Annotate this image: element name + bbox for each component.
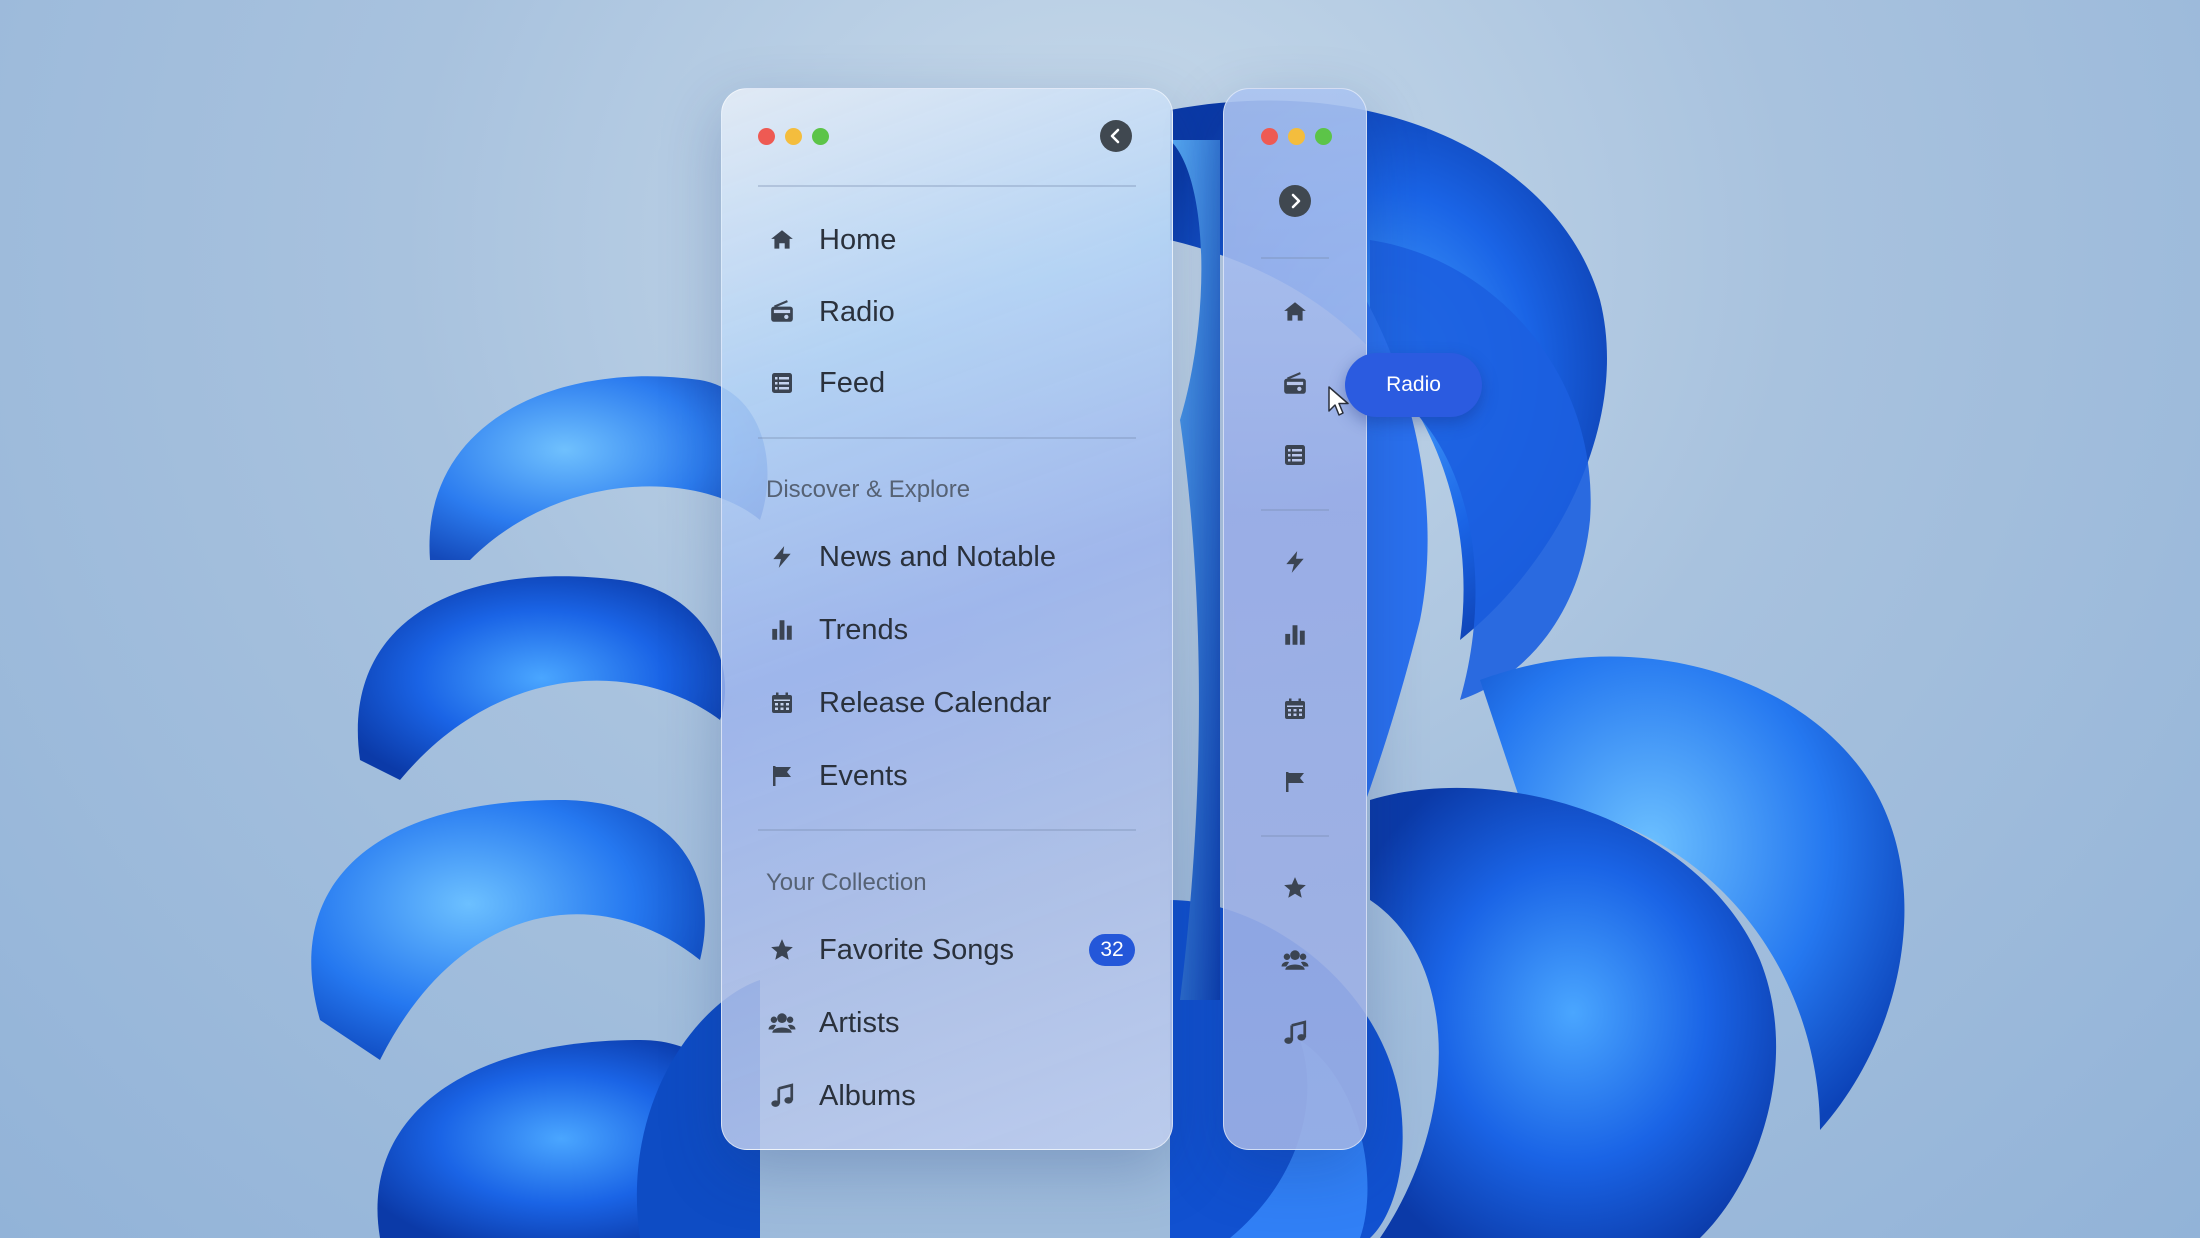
divider	[758, 437, 1136, 439]
users-icon[interactable]	[1280, 945, 1310, 975]
bolt-icon[interactable]	[1280, 547, 1310, 577]
flag-icon[interactable]	[1280, 767, 1310, 797]
sidebar-item-news-and-notable[interactable]: News and Notable	[768, 532, 1056, 582]
divider	[1261, 835, 1329, 837]
sidebar-item-albums[interactable]: Albums	[768, 1071, 916, 1121]
collapse-sidebar-button[interactable]	[1100, 120, 1132, 152]
minimize-window-button[interactable]	[1288, 128, 1305, 145]
section-title-collection: Your Collection	[766, 869, 927, 896]
sidebar-item-events[interactable]: Events	[768, 751, 908, 801]
sidebar-item-radio[interactable]: Radio	[768, 287, 895, 337]
sidebar-item-label: Home	[819, 223, 897, 256]
star-icon[interactable]	[1280, 873, 1310, 903]
sidebar-item-feed[interactable]: Feed	[768, 358, 885, 408]
chevron-right-icon	[1291, 193, 1301, 209]
count-badge: 32	[1089, 934, 1135, 966]
close-window-button[interactable]	[1261, 128, 1278, 145]
radio-icon	[768, 298, 796, 326]
users-icon	[768, 1009, 796, 1037]
calendar-icon[interactable]	[1280, 694, 1310, 724]
divider	[758, 829, 1136, 831]
maximize-window-button[interactable]	[1315, 128, 1332, 145]
divider	[1261, 257, 1329, 259]
divider	[1261, 509, 1329, 511]
sidebar-item-label: Favorite Songs	[819, 933, 1015, 966]
tooltip: Radio	[1345, 353, 1482, 417]
sidebar-item-label: Radio	[819, 295, 895, 328]
mouse-pointer-icon	[1328, 386, 1349, 416]
chevron-left-icon	[1110, 128, 1120, 144]
section-title-discover: Discover & Explore	[766, 476, 971, 503]
sidebar-item-release-calendar[interactable]: Release Calendar	[768, 678, 1051, 728]
sidebar-item-label: Albums	[819, 1079, 916, 1112]
flag-icon	[768, 762, 796, 790]
sidebar-item-label: Release Calendar	[819, 686, 1052, 719]
minimize-window-button[interactable]	[785, 128, 802, 145]
window-controls	[1261, 128, 1332, 145]
bolt-icon	[768, 543, 796, 571]
star-icon	[768, 936, 796, 964]
music-note-icon[interactable]	[1280, 1018, 1310, 1048]
maximize-window-button[interactable]	[812, 128, 829, 145]
sidebar-item-label: Events	[819, 759, 908, 792]
sidebar-item-label: Artists	[819, 1006, 900, 1039]
sidebar-item-artists[interactable]: Artists	[768, 998, 900, 1048]
music-note-icon	[768, 1082, 796, 1110]
close-window-button[interactable]	[758, 128, 775, 145]
window-controls	[758, 128, 829, 145]
expand-sidebar-button[interactable]	[1279, 185, 1311, 217]
collapsed-sidebar	[1223, 88, 1367, 1150]
sidebar-item-home[interactable]: Home	[768, 215, 896, 265]
sidebar-item-label: Trends	[819, 613, 909, 646]
sidebar-item-label: News and Notable	[819, 540, 1056, 573]
list-icon	[768, 369, 796, 397]
home-icon[interactable]	[1280, 297, 1310, 327]
radio-icon[interactable]	[1280, 369, 1310, 399]
bar-chart-icon[interactable]	[1280, 620, 1310, 650]
bar-chart-icon	[768, 616, 796, 644]
sidebar-item-favorite-songs[interactable]: Favorite Songs	[768, 925, 1014, 975]
calendar-icon	[768, 689, 796, 717]
list-icon[interactable]	[1280, 440, 1310, 470]
sidebar-item-label: Feed	[819, 366, 886, 399]
divider	[758, 185, 1136, 187]
home-icon	[768, 226, 796, 254]
sidebar-item-trends[interactable]: Trends	[768, 605, 908, 655]
